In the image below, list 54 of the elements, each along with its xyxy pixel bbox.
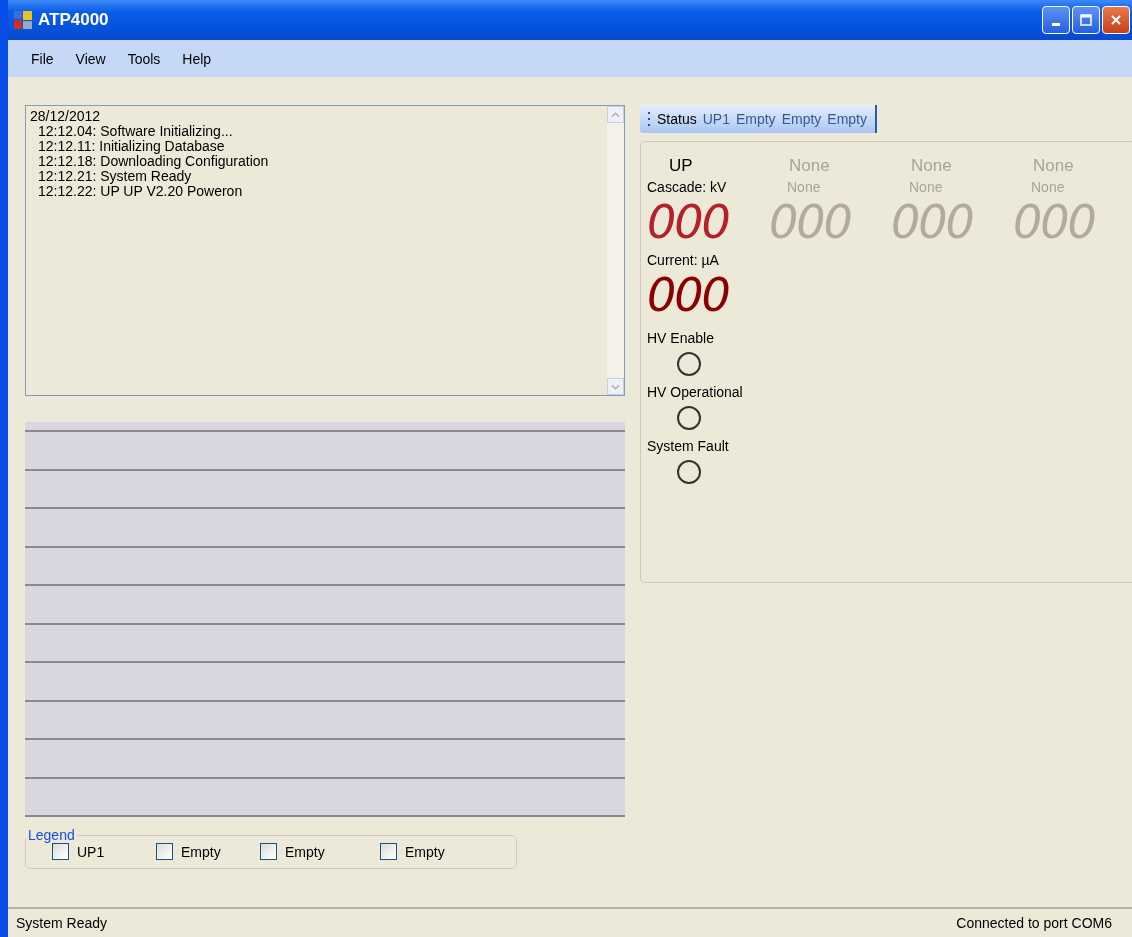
log-line: 12:12.22: UP UP V2.20 Poweron	[37, 184, 244, 199]
chevron-down-icon	[611, 383, 620, 390]
current-label: Current: µA	[647, 252, 719, 268]
checkbox-label: UP1	[77, 843, 105, 860]
minimize-icon	[1052, 22, 1060, 26]
checkbox-label: Empty	[405, 843, 445, 860]
voltage-reading: 000	[891, 195, 973, 249]
status-text: System Ready	[16, 915, 108, 931]
close-icon	[1110, 14, 1122, 26]
minimize-button[interactable]	[1042, 6, 1070, 34]
voltage-reading: 000	[769, 195, 851, 249]
tab[interactable]: UP1	[702, 111, 730, 127]
chevron-up-icon	[611, 111, 620, 118]
voltage-label: Cascade: kV	[647, 179, 727, 195]
maximize-icon	[1080, 14, 1092, 26]
app-icon	[14, 11, 32, 29]
indicator-label: System Fault	[647, 438, 729, 454]
voltage-label: None	[787, 179, 821, 195]
indicator-label: HV Operational	[647, 384, 743, 400]
log-line: 12:12.04: Software Initializing...	[37, 124, 234, 139]
voltage-label: None	[909, 179, 943, 195]
module-name: None	[911, 156, 952, 176]
menu-item[interactable]: File	[20, 50, 65, 67]
tab[interactable]: Status	[657, 111, 697, 127]
checkbox-label: Empty	[285, 843, 325, 860]
connection-status: Connected to port COM6	[956, 915, 1112, 931]
legend-title: Legend	[27, 827, 76, 843]
tab[interactable]: Empty	[735, 111, 776, 127]
maximize-button[interactable]	[1072, 6, 1100, 34]
checkbox-label: Empty	[181, 843, 221, 860]
indicator-label: HV Enable	[647, 330, 714, 346]
checkbox[interactable]	[52, 843, 69, 860]
window-title: ATP4000	[38, 10, 109, 30]
voltage-label: None	[1031, 179, 1065, 195]
close-button[interactable]	[1102, 6, 1130, 34]
module-name: None	[1033, 156, 1074, 176]
menu-item[interactable]: Tools	[116, 50, 172, 67]
checkbox[interactable]	[260, 843, 277, 860]
current-reading: 000	[647, 268, 729, 322]
checkbox[interactable]	[156, 843, 173, 860]
tab[interactable]: Empty	[827, 111, 867, 127]
log-line: 12:12.18: Downloading Configuration	[37, 154, 270, 169]
menu-item[interactable]: View	[64, 50, 117, 67]
grip-icon	[648, 111, 651, 127]
checkbox[interactable]	[380, 843, 397, 860]
log-line: 12:12.11: Initializing Database	[37, 139, 225, 154]
tab[interactable]: Empty	[781, 111, 822, 127]
voltage-reading: 000	[1013, 195, 1095, 249]
voltage-reading: 000	[647, 195, 729, 249]
module-name: UP	[669, 156, 693, 176]
log-date: 28/12/2012	[30, 109, 101, 124]
log-line: 12:12.21: System Ready	[37, 169, 192, 184]
menu-item[interactable]: Help	[171, 50, 223, 67]
module-name: None	[789, 156, 830, 176]
